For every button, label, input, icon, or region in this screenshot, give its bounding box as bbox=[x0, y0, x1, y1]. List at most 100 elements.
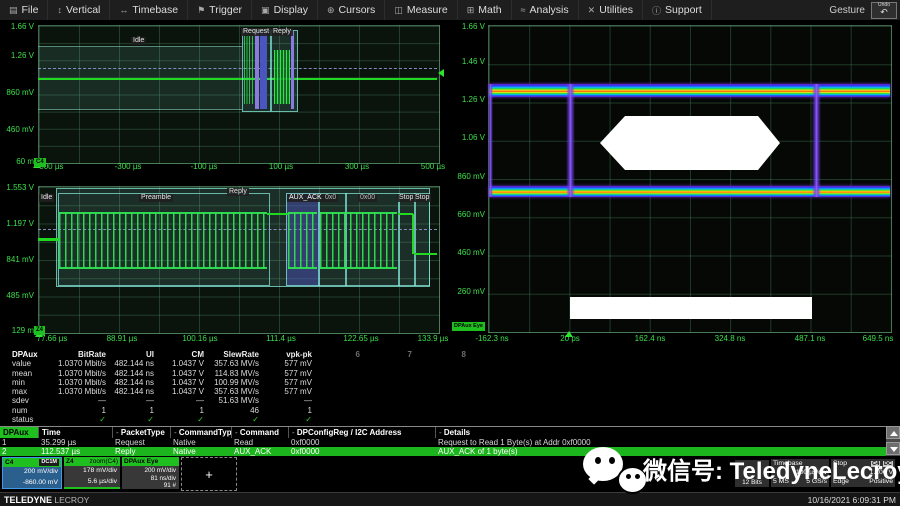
z4-x-axis-label: 77.66 µs bbox=[22, 334, 82, 343]
timebase-icon: ↔ bbox=[119, 5, 128, 15]
z4-auxack-label: AUX_ACK bbox=[287, 194, 324, 202]
measure-cell bbox=[360, 396, 412, 405]
z4-x-axis-label: 133.9 µs bbox=[403, 334, 463, 343]
measure-cell: 577 mV bbox=[259, 359, 312, 368]
menu-item-utilities[interactable]: ✕Utilities bbox=[579, 0, 643, 20]
measure-cell bbox=[360, 406, 412, 415]
decode-table-badge[interactable]: DPAux bbox=[0, 427, 38, 438]
measure-cell: 482.144 ns bbox=[106, 359, 154, 368]
c4-request-label: Request bbox=[241, 28, 271, 36]
scroll-up-button[interactable] bbox=[886, 426, 900, 439]
c4-signal-trace bbox=[38, 78, 437, 80]
c4-x-axis-label: 300 µs bbox=[327, 162, 387, 171]
measure-cell bbox=[412, 378, 466, 387]
c4-idle-label: Idle bbox=[131, 37, 146, 45]
measure-row-label: sdev bbox=[0, 396, 44, 405]
zoom-descriptor-z4[interactable]: Z4 zoom(C4) 178 mV/div 5.6 µs/div bbox=[64, 457, 120, 489]
eye-descriptor[interactable]: DPAux Eye 200 mV/div 81 ns/div 91 # bbox=[122, 457, 179, 489]
menu-item-label: Measure bbox=[407, 4, 448, 16]
decode-row[interactable]: 135.299 µsRequestNativeRead0xf0000Reques… bbox=[0, 438, 886, 447]
measure-table-title: DPAux bbox=[0, 350, 44, 359]
menu-item-label: Analysis bbox=[530, 4, 569, 16]
measure-cell bbox=[312, 369, 360, 378]
measure-cell: 1.0370 Mbit/s bbox=[44, 369, 106, 378]
decode-column-header[interactable]: Details bbox=[435, 427, 886, 438]
undo-button[interactable]: Undo ↶ bbox=[871, 2, 897, 19]
c4-request-data-bar bbox=[260, 31, 267, 109]
c4-x-axis-label: 500 µs bbox=[403, 162, 463, 171]
measure-cell bbox=[312, 396, 360, 405]
z4-y-axis-label: 1.553 V bbox=[0, 183, 34, 192]
decode-column-header[interactable]: CommandType bbox=[170, 427, 231, 438]
measure-cell: — bbox=[154, 396, 204, 405]
eye-y-axis-label: 460 mV bbox=[449, 248, 485, 257]
decode-column-header[interactable]: Time bbox=[38, 427, 112, 438]
menu-item-support[interactable]: ⓘSupport bbox=[643, 0, 712, 20]
menu-item-timebase[interactable]: ↔Timebase bbox=[110, 0, 188, 20]
decode-cell: Request bbox=[112, 438, 170, 447]
measure-cell bbox=[312, 406, 360, 415]
measure-cell: 114.83 MV/s bbox=[204, 369, 259, 378]
oscilloscope-app: ▤File ↕ Vertical ↔Timebase⚑Trigger▣Display⊕… bbox=[0, 0, 900, 506]
measure-row-label: status bbox=[0, 415, 44, 424]
menu-item-measure[interactable]: ◫Measure bbox=[385, 0, 457, 20]
decode-cell: Request to Read 1 Byte(s) at Addr 0xf000… bbox=[435, 438, 886, 447]
menu-item-cursors[interactable]: ⊕Cursors bbox=[318, 0, 385, 20]
vertical-icon: ↕ bbox=[57, 5, 62, 15]
decode-column-header[interactable]: DPConfigReg / I2C Address bbox=[288, 427, 435, 438]
coupling-badge: DC1M bbox=[39, 459, 59, 466]
gesture-label: Gesture bbox=[829, 5, 865, 16]
z4-x-axis-label: 122.65 µs bbox=[331, 334, 391, 343]
measure-cell bbox=[360, 369, 412, 378]
measure-cell bbox=[312, 415, 360, 424]
brand-secondary: LECROY bbox=[54, 495, 89, 505]
z4-auxack-wave bbox=[288, 212, 317, 269]
c4-cm-dashed-line bbox=[38, 68, 437, 69]
measure-cell bbox=[360, 378, 412, 387]
menu-item-label: Utilities bbox=[599, 4, 633, 16]
eye-x-axis-label: 649.5 ns bbox=[848, 334, 900, 343]
decode-cell: AUX_ACK bbox=[231, 447, 288, 456]
measure-cell: 482.144 ns bbox=[106, 387, 154, 396]
arrow-up-icon bbox=[890, 431, 898, 436]
descriptor-header: C4 DC1M bbox=[3, 458, 61, 467]
descriptor-timebase: 5.6 µs/div bbox=[64, 477, 117, 488]
decode-cell: 0xf0000 bbox=[288, 447, 435, 456]
descriptor-scale: 200 mV/div bbox=[3, 467, 58, 478]
menu-item-label: File bbox=[22, 4, 39, 16]
add-trace-button[interactable]: + bbox=[181, 457, 237, 491]
measure-cell: 577 mV bbox=[259, 378, 312, 387]
decode-column-header[interactable]: Command bbox=[231, 427, 288, 438]
menu-item-label: Vertical bbox=[66, 4, 100, 16]
menu-item-trigger[interactable]: ⚑Trigger bbox=[188, 0, 252, 20]
measure-cell: 1.0437 V bbox=[154, 387, 204, 396]
measure-cell: 1.0437 V bbox=[154, 359, 204, 368]
measure-column-header: 7 bbox=[360, 350, 412, 359]
plus-icon: + bbox=[205, 467, 213, 482]
measure-cell: 1 bbox=[154, 406, 204, 415]
channel-descriptor-c4[interactable]: C4 DC1M 200 mV/div -860.00 mV bbox=[2, 457, 62, 489]
decode-column-header[interactable]: PacketType bbox=[112, 427, 170, 438]
menu-item-file[interactable]: ▤File bbox=[0, 0, 48, 20]
menu-item-analysis[interactable]: ≈Analysis bbox=[512, 0, 579, 20]
z4-stop2-label: Stop bbox=[413, 194, 431, 202]
measure-cell bbox=[412, 369, 466, 378]
wechat-logo-eye bbox=[626, 474, 631, 479]
trigger-level-marker[interactable] bbox=[438, 69, 444, 77]
decode-cell: 35.299 µs bbox=[38, 438, 112, 447]
measure-cell: 100.99 MV/s bbox=[204, 378, 259, 387]
measure-cell: — bbox=[106, 396, 154, 405]
c4-reply-marker-bar bbox=[291, 31, 294, 109]
undo-icon: ↶ bbox=[880, 8, 888, 17]
eye-x-axis-label: 162.4 ns bbox=[620, 334, 680, 343]
menu-item-vertical[interactable]: ↕ Vertical bbox=[48, 0, 110, 20]
brand-primary: TELEDYNE bbox=[4, 495, 52, 505]
eye-diagram-grid[interactable] bbox=[488, 25, 892, 333]
measure-cell: 577 mV bbox=[259, 387, 312, 396]
menu-item-display[interactable]: ▣Display bbox=[252, 0, 318, 20]
c4-reply-burst bbox=[274, 50, 290, 104]
c4-x-axis-label: 100 µs bbox=[251, 162, 311, 171]
measure-cell: 482.144 ns bbox=[106, 369, 154, 378]
menu-item-math[interactable]: ⊞Math bbox=[458, 0, 512, 20]
c4-reply-label: Reply bbox=[271, 28, 293, 36]
